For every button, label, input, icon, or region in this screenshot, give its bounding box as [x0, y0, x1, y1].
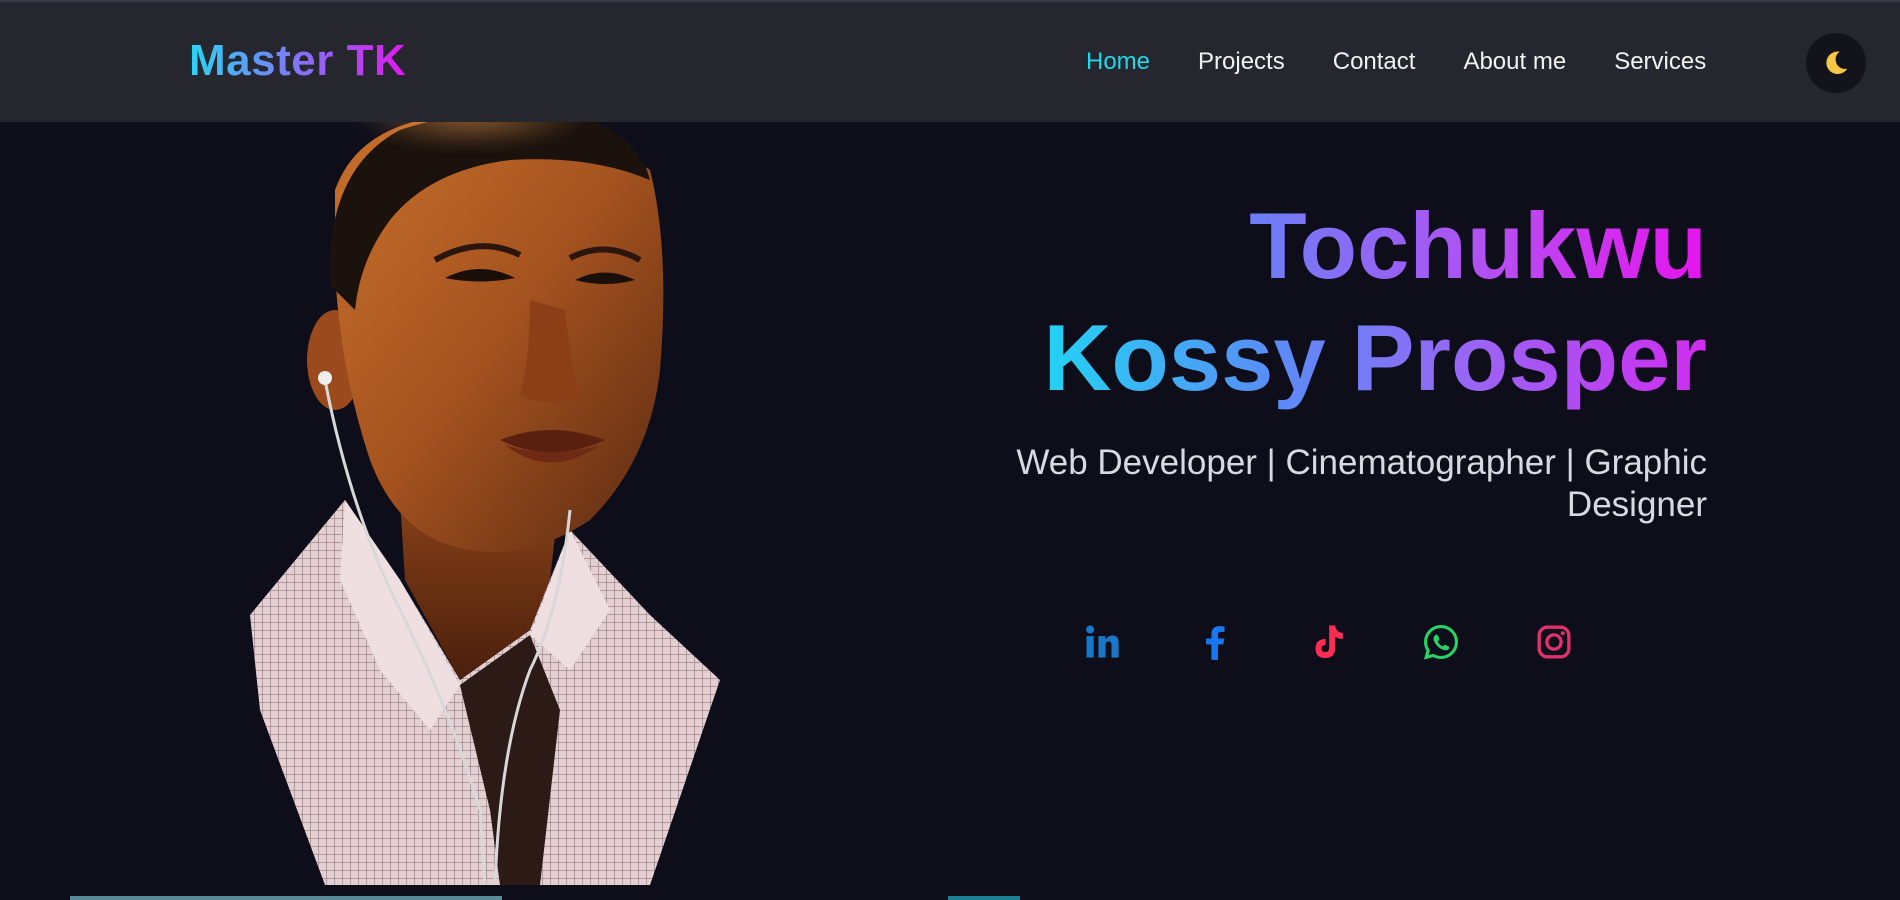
nav-menu: Home Projects Contact About me Services	[1086, 48, 1706, 76]
site-logo[interactable]: Master TK	[189, 36, 406, 86]
moon-icon	[1826, 51, 1848, 75]
linkedin-icon	[1086, 625, 1119, 658]
nav-link-projects[interactable]: Projects	[1198, 48, 1285, 76]
theme-toggle-button[interactable]	[1806, 33, 1866, 93]
page-divider	[70, 896, 502, 900]
hero-text: Tochukwu Kossy Prosper Web Developer | C…	[807, 190, 1707, 526]
instagram-link[interactable]	[1534, 622, 1574, 662]
page-divider-accent	[948, 896, 1020, 900]
facebook-link[interactable]	[1195, 622, 1235, 662]
instagram-icon	[1537, 625, 1571, 659]
social-links	[1082, 622, 1574, 662]
hero-tagline: Web Developer | Cinematographer | Graphi…	[1016, 443, 1707, 524]
nav-link-services[interactable]: Services	[1614, 48, 1706, 76]
nav-link-contact[interactable]: Contact	[1333, 48, 1416, 76]
nav-link-about[interactable]: About me	[1463, 48, 1566, 76]
hero-first-name: Tochukwu	[1249, 190, 1707, 302]
tiktok-link[interactable]	[1308, 622, 1348, 662]
hero-last-name: Kossy Prosper	[1043, 302, 1707, 414]
hero-name-first-line: Tochukwu	[807, 190, 1707, 302]
nav-link-home[interactable]: Home	[1086, 48, 1150, 76]
tiktok-icon	[1315, 625, 1343, 659]
portrait-photo	[250, 112, 720, 885]
hero-name-second-line: Kossy Prosper	[807, 302, 1707, 414]
whatsapp-icon	[1423, 625, 1458, 660]
linkedin-link[interactable]	[1082, 622, 1122, 662]
whatsapp-link[interactable]	[1421, 622, 1461, 662]
facebook-icon	[1206, 626, 1225, 660]
navbar: Master TK Home Projects Contact About me…	[0, 0, 1900, 122]
